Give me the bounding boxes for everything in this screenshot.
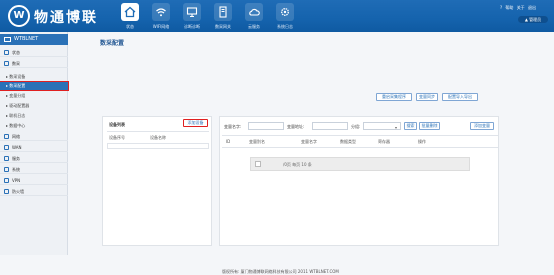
brand-title: 物通博联 <box>34 10 98 26</box>
batch-delete-button[interactable]: 批量删除 <box>419 122 440 130</box>
sidebar-item-wan[interactable]: WAN <box>0 143 68 152</box>
sidebar-item-network[interactable]: 网络 <box>0 132 68 141</box>
menu-box-icon <box>4 50 9 55</box>
pagination-bar: /0页 每页 10 条 <box>250 157 470 171</box>
col-alias: 变量别名 <box>249 139 265 144</box>
sidebar-header: WTBLNET <box>0 34 68 45</box>
nav-system-log[interactable]: 系统日志 <box>271 0 299 32</box>
menu-box-icon <box>4 61 9 66</box>
nav-wifi[interactable]: WIFI网络 <box>147 0 175 32</box>
nav-diagnostics[interactable]: 诊断诊断 <box>178 0 206 32</box>
monitor-icon <box>183 3 201 21</box>
help-link[interactable]: ? 帮助 <box>500 5 513 10</box>
sidebar-item-service[interactable]: 服务 <box>0 154 68 163</box>
sidebar-item-config[interactable]: ▸ 数采配置 <box>0 81 69 91</box>
nav-status[interactable]: 状态 <box>116 0 144 32</box>
restart-collector-button[interactable]: 重启采集程序 <box>376 93 412 101</box>
variables-panel: 变量名字: 变量地址: 分组: ▾ 搜索 批量删除 添加变量 ID 变量别名 变… <box>219 116 499 246</box>
about-link[interactable]: 关于 <box>517 5 525 10</box>
chevron-down-icon: ▾ <box>395 125 398 130</box>
wifi-icon <box>152 3 170 21</box>
sidebar-item-system[interactable]: 系统 <box>0 165 68 174</box>
page-title: 数采配置 <box>100 40 125 47</box>
col-actions: 操作 <box>418 139 426 144</box>
sidebar-item-vpn[interactable]: VPN <box>0 176 68 185</box>
search-button[interactable]: 搜索 <box>404 122 417 130</box>
variable-name-input[interactable] <box>248 122 284 130</box>
settings-icon <box>276 3 294 21</box>
top-header: W 物通博联 状态 WIFI网络 诊断诊断 数采网关 云服务 系统日志 ? 帮助… <box>0 0 554 32</box>
sidebar-item-firewall[interactable]: 防火墙 <box>0 187 68 196</box>
menu-box-icon <box>4 145 9 150</box>
sidebar-item-devices[interactable]: ▸ 数采设备 <box>0 73 68 81</box>
logo-icon: W <box>8 5 30 27</box>
sidebar-item-status[interactable]: 状态 <box>0 48 68 57</box>
logout-link[interactable]: 退出 <box>528 5 536 10</box>
menu-box-icon <box>4 189 9 194</box>
col-id: ID <box>226 139 231 144</box>
sidebar-item-datacenter[interactable]: ▸ 数据中心 <box>0 122 68 130</box>
add-variable-button[interactable]: 添加变量 <box>470 122 494 130</box>
nav-cloud[interactable]: 云服务 <box>240 0 268 32</box>
sidebar-item-drivers[interactable]: ▸ 驱动配置器 <box>0 102 68 110</box>
sidebar: WTBLNET 状态 数采 ▸ 数采设备 ▸ 数采配置 ▸ 变量分组 ▸ 驱动配… <box>0 32 69 255</box>
gateway-icon <box>214 3 232 21</box>
col-device-name: 设备名称 <box>150 135 166 140</box>
pager-text: /0页 每页 10 条 <box>283 162 312 167</box>
nav-gateway[interactable]: 数采网关 <box>209 0 237 32</box>
user-badge[interactable]: ▲ 管理员 <box>518 16 548 23</box>
footer: 版权所有: 厦门物通博联网络科技有限公司 2011 WTBLNET.COM <box>222 269 339 274</box>
menu-box-icon <box>4 167 9 172</box>
sync-variables-button[interactable]: 变量同步 <box>416 93 438 101</box>
sidebar-item-data[interactable]: 数采 <box>0 59 68 68</box>
menu-box-icon <box>4 156 9 161</box>
col-register: 寄存器 <box>378 139 390 144</box>
col-data-type: 数据类型 <box>340 139 356 144</box>
add-device-button[interactable]: 添加设备 <box>183 119 208 127</box>
device-list-panel: 设备列表 添加设备 设备序号 设备名称 <box>102 116 212 246</box>
col-device-no: 设备序号 <box>109 135 125 140</box>
sidebar-item-logs[interactable]: ▸ 联机日志 <box>0 112 68 120</box>
menu-box-icon <box>4 178 9 183</box>
home-icon <box>121 3 139 21</box>
cloud-icon <box>245 3 263 21</box>
menu-box-icon <box>4 134 9 139</box>
col-var-name: 变量名字 <box>301 139 317 144</box>
device-list-body <box>107 143 209 149</box>
import-export-button[interactable]: 配置导入导出 <box>442 93 478 101</box>
main-content: 数采配置 重启采集程序 变量同步 配置导入导出 设备列表 添加设备 设备序号 设… <box>69 32 554 274</box>
device-list-title: 设备列表 <box>109 122 125 127</box>
pager-select[interactable] <box>255 161 261 167</box>
variable-address-input[interactable] <box>312 122 348 130</box>
monitor-icon <box>4 37 11 42</box>
sidebar-item-groups[interactable]: ▸ 变量分组 <box>0 92 68 100</box>
header-links: ? 帮助 关于 退出 <box>500 5 536 11</box>
